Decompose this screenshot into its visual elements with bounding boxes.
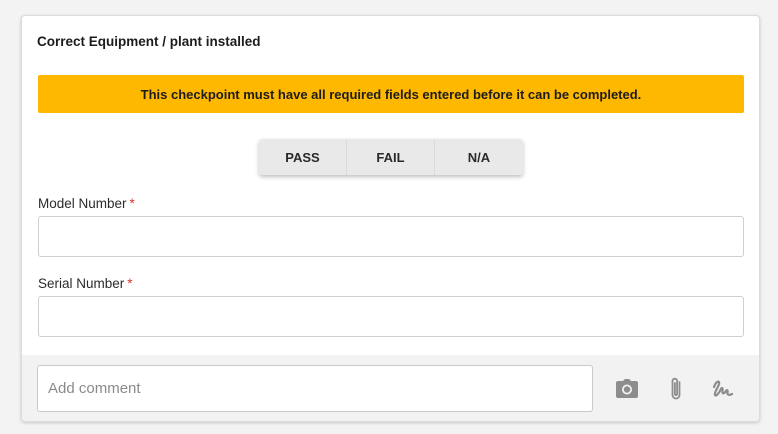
required-fields-warning: This checkpoint must have all required f… [38,75,744,113]
model-number-label-text: Model Number [38,196,127,211]
pass-button[interactable]: PASS [259,139,347,175]
camera-icon[interactable] [613,375,641,403]
checkpoint-card: Correct Equipment / plant installed This… [21,15,760,422]
model-number-input[interactable] [38,216,744,257]
serial-number-label-text: Serial Number [38,276,125,291]
signature-icon[interactable] [709,375,737,403]
checkpoint-title: Correct Equipment / plant installed [37,34,261,49]
required-asterisk: * [129,196,135,211]
comment-input[interactable] [37,365,593,412]
comment-footer [22,355,759,421]
fail-button[interactable]: FAIL [347,139,435,175]
serial-number-label: Serial Number * [38,276,133,291]
required-asterisk: * [127,276,133,291]
model-number-label: Model Number * [38,196,135,211]
paperclip-icon[interactable] [662,375,690,403]
na-button[interactable]: N/A [435,139,523,175]
serial-number-input[interactable] [38,296,744,337]
result-toggle-group: PASS FAIL N/A [259,139,523,175]
